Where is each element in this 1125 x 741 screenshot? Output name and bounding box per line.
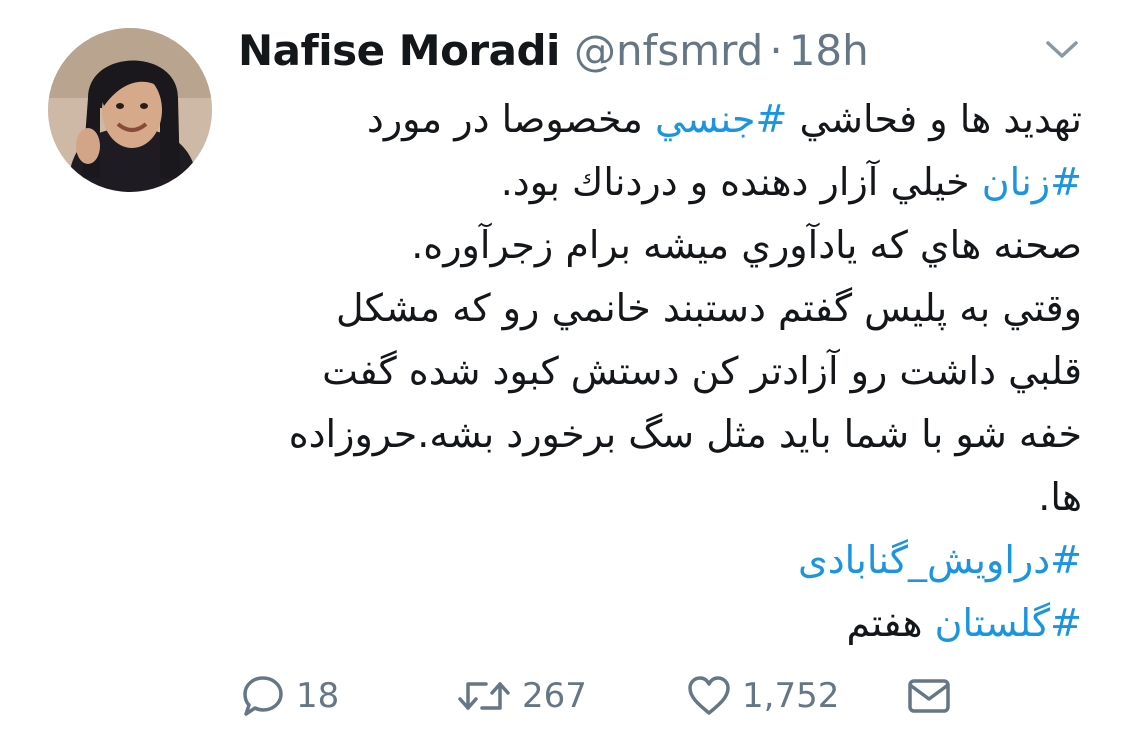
retweet-icon bbox=[458, 682, 510, 710]
direct-message-button[interactable] bbox=[906, 677, 952, 715]
hashtag-link[interactable]: #زنان bbox=[982, 160, 1082, 204]
tweet-text-segment: صحنه هاي كه يادآوري ميشه برام زجرآوره. bbox=[411, 223, 1082, 267]
username-handle[interactable]: @nfsmrd bbox=[574, 26, 763, 75]
tweet-line: وقتي به پليس گفتم دستبند خانمي رو كه مشك… bbox=[236, 277, 1082, 340]
tweet-text: تهديد ها و فحاشي #جنسي مخصوصا در مورد #زن… bbox=[236, 88, 1082, 655]
like-icon bbox=[688, 676, 730, 715]
tweet-text-segment: مخصوصا در مورد bbox=[366, 97, 655, 141]
timestamp[interactable]: 18h bbox=[789, 26, 869, 75]
like-count: 1,752 bbox=[742, 676, 840, 716]
tweet-text-segment: قلبي داشت رو آزادتر كن دستش كبود شده گفت bbox=[322, 349, 1082, 393]
tweet-header: Nafise Moradi @nfsmrd · 18h bbox=[238, 22, 869, 78]
tweet-line: #زنان خيلي آزار دهنده و دردناك بود. bbox=[236, 151, 1082, 214]
tweet-actions: 18 267 1,752 bbox=[240, 668, 960, 724]
hashtag-link[interactable]: #جنسي bbox=[655, 97, 787, 141]
tweet-text-segment: ها. bbox=[1038, 475, 1082, 519]
retweet-button[interactable]: 267 bbox=[456, 676, 587, 716]
reply-count: 18 bbox=[296, 676, 340, 716]
direct-message-icon bbox=[908, 679, 950, 713]
tweet-text-segment: هفتم bbox=[846, 601, 935, 645]
tweet-text-segment: تهديد ها و فحاشي bbox=[787, 97, 1082, 141]
like-button[interactable]: 1,752 bbox=[686, 675, 839, 717]
tweet-line: خفه شو با شما بايد مثل سگ برخورد بشه.حرو… bbox=[236, 403, 1082, 466]
reply-button[interactable]: 18 bbox=[240, 673, 339, 719]
tweet-line: #گلستان هفتم bbox=[236, 592, 1082, 655]
chevron-down-icon bbox=[1046, 41, 1078, 58]
reply-icon bbox=[243, 676, 283, 716]
tweet-text-segment: خفه شو با شما بايد مثل سگ برخورد بشه.حرو… bbox=[288, 412, 1082, 456]
more-options-button[interactable] bbox=[1040, 32, 1084, 68]
tweet-line: صحنه هاي كه يادآوري ميشه برام زجرآوره. bbox=[236, 214, 1082, 277]
retweet-count: 267 bbox=[522, 676, 587, 716]
hashtag-link[interactable]: #دراويش_گنابادی bbox=[798, 538, 1082, 582]
tweet-line: #دراويش_گنابادی bbox=[236, 529, 1082, 592]
avatar[interactable] bbox=[48, 28, 212, 192]
display-name[interactable]: Nafise Moradi bbox=[238, 26, 560, 75]
avatar-image bbox=[48, 28, 212, 192]
separator-dot: · bbox=[769, 25, 783, 75]
tweet-line: قلبي داشت رو آزادتر كن دستش كبود شده گفت bbox=[236, 340, 1082, 403]
tweet-line: ها. bbox=[236, 466, 1082, 529]
tweet-text-segment: وقتي به پليس گفتم دستبند خانمي رو كه مشك… bbox=[336, 286, 1082, 330]
tweet-text-segment: خيلي آزار دهنده و دردناك بود. bbox=[500, 160, 982, 204]
hashtag-link[interactable]: #گلستان bbox=[935, 601, 1082, 645]
tweet-line: تهديد ها و فحاشي #جنسي مخصوصا در مورد bbox=[236, 88, 1082, 151]
